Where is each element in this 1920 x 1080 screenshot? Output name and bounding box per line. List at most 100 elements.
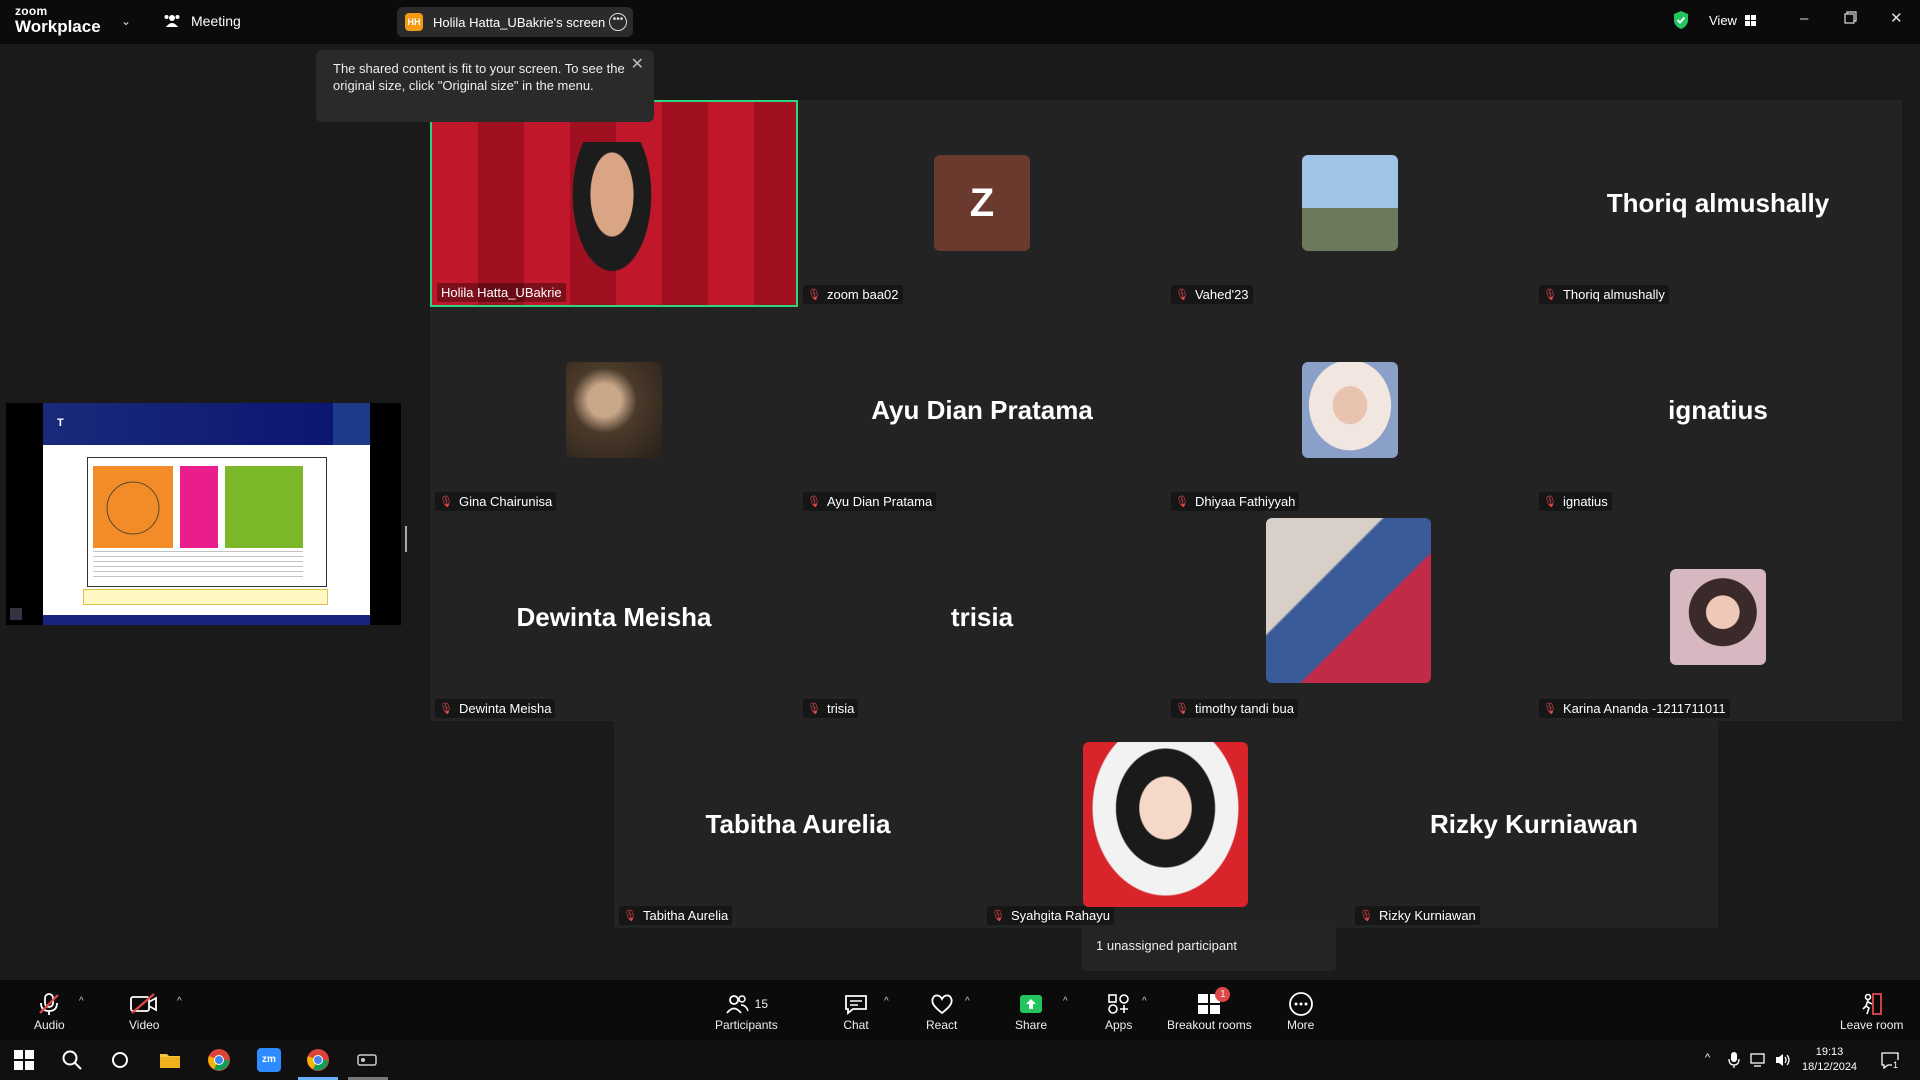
volume-icon[interactable] <box>1774 1052 1792 1068</box>
muted-mic-icon: 🎙 <box>1359 910 1373 922</box>
network-icon[interactable] <box>1750 1052 1768 1068</box>
video-button[interactable]: Video <box>129 990 159 1032</box>
minimize-icon[interactable]: – <box>1800 10 1808 27</box>
apps-options-caret-icon[interactable]: ^ <box>1142 996 1147 1007</box>
participant-display-name: ignatius <box>1668 395 1768 425</box>
participant-tile[interactable]: Dewinta Meisha 🎙 Dewinta Meisha <box>430 514 798 721</box>
participant-display-name: Thoriq almushally <box>1606 188 1830 218</box>
title-bar: zoom Workplace ⌄ Meeting HH Holila Hatta… <box>0 0 1920 44</box>
avatar-photo <box>1266 518 1431 683</box>
participant-tile[interactable]: 🎙 timothy tandi bua <box>1166 514 1534 721</box>
search-icon[interactable] <box>60 1048 84 1072</box>
avatar-photo <box>1670 569 1766 665</box>
participant-name-label: 🎙 Gina Chairunisa <box>435 492 557 511</box>
security-shield-icon[interactable] <box>1672 10 1690 30</box>
avatar-photo <box>566 362 662 458</box>
audio-options-caret-icon[interactable]: ^ <box>79 996 84 1007</box>
more-button[interactable]: More <box>1287 990 1314 1032</box>
show-hidden-icons-icon[interactable]: ^ <box>1705 1052 1710 1064</box>
muted-mic-icon: 🎙 <box>1543 496 1557 508</box>
task-view-icon[interactable] <box>108 1048 132 1072</box>
video-options-caret-icon[interactable]: ^ <box>177 996 182 1007</box>
close-icon[interactable]: ✕ <box>1890 9 1903 27</box>
muted-mic-icon: 🎙 <box>807 496 821 508</box>
breakout-rooms-button[interactable]: 1 Breakout rooms <box>1167 987 1252 1032</box>
react-options-caret-icon[interactable]: ^ <box>965 996 970 1007</box>
slide-footnote-box <box>83 589 328 605</box>
share-options-caret-icon[interactable]: ^ <box>1063 996 1068 1007</box>
participant-tile[interactable]: Ayu Dian Pratama 🎙 Ayu Dian Pratama <box>798 307 1166 514</box>
zoom-taskbar-icon[interactable]: zm <box>257 1048 281 1072</box>
chrome-icon[interactable] <box>207 1048 231 1072</box>
participant-name-label: 🎙 Dewinta Meisha <box>435 699 556 718</box>
participant-display-name: Tabitha Aurelia <box>705 809 891 839</box>
participant-tile[interactable]: Holila Hatta_UBakrie <box>430 100 798 307</box>
more-icon <box>1288 990 1314 1018</box>
share-label: Share <box>1015 1018 1048 1032</box>
participant-tile[interactable]: trisia 🎙 trisia <box>798 514 1166 721</box>
breakout-badge: 1 <box>1215 987 1231 1002</box>
shared-slide: T <box>43 403 370 625</box>
screen-share-app-icon[interactable] <box>355 1048 379 1072</box>
participant-tile[interactable]: 🎙 Dhiyaa Fathiyyah <box>1166 307 1534 514</box>
brand-bottom: Workplace <box>15 17 101 36</box>
share-title: Holila Hatta_UBakrie's screen <box>433 14 606 30</box>
share-indicator[interactable]: HH Holila Hatta_UBakrie's screen ••• <box>397 7 633 37</box>
zoom-logo: zoom Workplace <box>15 5 101 35</box>
participant-name-label: 🎙 Syahgita Rahayu <box>987 906 1114 925</box>
participant-tile[interactable]: 🎙 Vahed'23 <box>1166 100 1534 307</box>
participant-tile[interactable]: 🎙 Karina Ananda -1211711011 <box>1534 514 1902 721</box>
participant-name-label: 🎙 zoom baa02 <box>803 285 903 304</box>
chevron-down-icon[interactable]: ⌄ <box>121 14 131 28</box>
slide-header-band-end <box>333 403 370 445</box>
muted-mic-icon: 🎙 <box>439 703 453 715</box>
chat-icon <box>843 990 869 1018</box>
slide-title-letter: T <box>57 417 64 429</box>
participant-video-face <box>562 142 662 292</box>
react-button[interactable]: React <box>926 990 957 1032</box>
participant-tile[interactable]: 🎙 Gina Chairunisa <box>430 307 798 514</box>
share-screen-icon <box>1018 990 1044 1018</box>
participant-name-label: Holila Hatta_UBakrie <box>437 283 566 302</box>
shared-screen-thumbnail[interactable]: T <box>6 403 401 625</box>
clock[interactable]: 19:13 18/12/2024 <box>1802 1045 1857 1075</box>
participant-display-name: Ayu Dian Pratama <box>871 395 1093 425</box>
close-icon[interactable]: ✕ <box>631 56 644 73</box>
more-options-icon[interactable]: ••• <box>609 13 627 31</box>
participant-name-label: 🎙 timothy tandi bua <box>1171 699 1298 718</box>
participant-name-label: 🎙 Tabitha Aurelia <box>619 906 733 925</box>
thumbnail-corner-square <box>10 608 22 620</box>
file-explorer-icon[interactable] <box>158 1048 182 1072</box>
windows-start-icon[interactable] <box>12 1048 36 1072</box>
notifications-icon[interactable]: 1 <box>1880 1050 1900 1073</box>
microphone-icon[interactable] <box>1728 1051 1740 1069</box>
meeting-label: Meeting <box>191 13 241 29</box>
tooltip-text: The shared content is fit to your screen… <box>333 61 625 93</box>
meeting-button[interactable]: Meeting <box>163 13 241 29</box>
view-button[interactable]: View <box>1709 13 1756 28</box>
participant-tile[interactable]: Rizky Kurniawan 🎙 Rizky Kurniawan <box>1350 721 1718 928</box>
apps-button[interactable]: Apps <box>1105 990 1132 1032</box>
muted-mic-icon: 🎙 <box>1175 289 1189 301</box>
participant-name-label: 🎙 Ayu Dian Pratama <box>803 492 937 511</box>
participant-tile[interactable]: Thoriq almushally 🎙 Thoriq almushally <box>1534 100 1902 307</box>
restore-icon[interactable] <box>1844 11 1857 28</box>
avatar-initial: Z <box>934 155 1030 251</box>
heart-icon <box>929 990 955 1018</box>
split-resize-handle[interactable] <box>405 526 407 552</box>
chat-options-caret-icon[interactable]: ^ <box>884 996 889 1007</box>
participants-icon: 15 <box>725 990 768 1018</box>
chat-button[interactable]: Chat <box>843 990 869 1032</box>
participant-name-label: 🎙 Thoriq almushally <box>1539 285 1669 304</box>
chrome-active-icon[interactable] <box>306 1048 330 1072</box>
leave-room-button[interactable]: Leave room <box>1840 990 1903 1032</box>
muted-mic-icon: 🎙 <box>1175 496 1189 508</box>
participant-tile[interactable]: ignatius 🎙 ignatius <box>1534 307 1902 514</box>
participant-tile[interactable]: Tabitha Aurelia 🎙 Tabitha Aurelia <box>614 721 982 928</box>
fit-to-screen-tooltip: The shared content is fit to your screen… <box>316 50 654 122</box>
audio-button[interactable]: Audio <box>34 990 65 1032</box>
participants-button[interactable]: 15 Participants <box>715 990 778 1032</box>
participant-tile[interactable]: Z 🎙 zoom baa02 <box>798 100 1166 307</box>
unassigned-participant-notice[interactable]: 1 unassigned participant <box>1082 925 1336 971</box>
share-button[interactable]: Share <box>1015 990 1047 1032</box>
